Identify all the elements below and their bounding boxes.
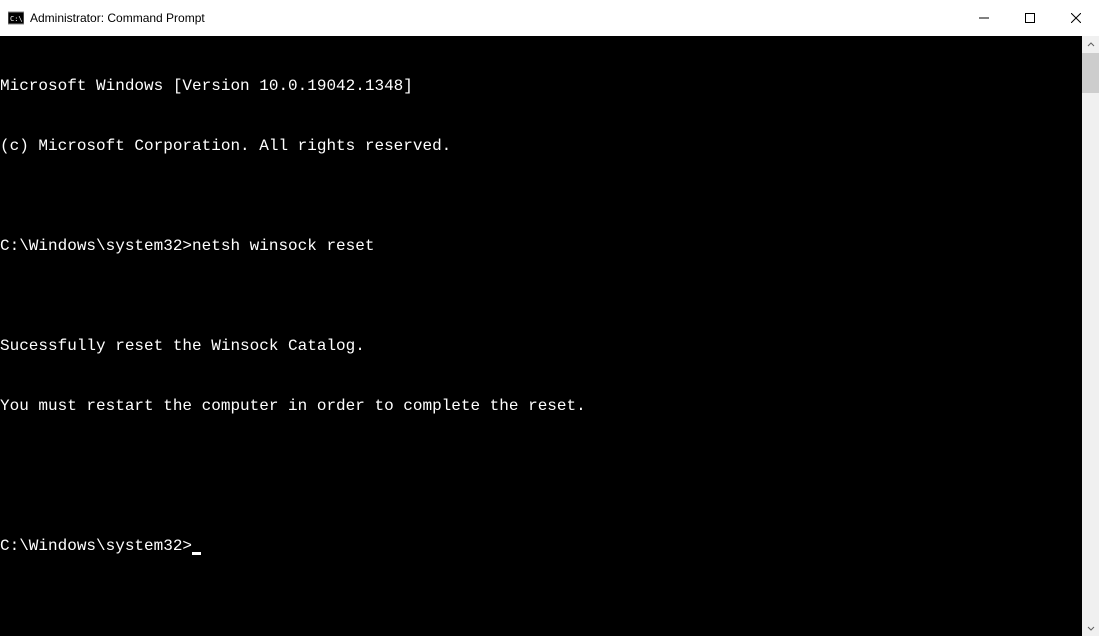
window-title: Administrator: Command Prompt [30,11,961,25]
terminal-line: C:\Windows\system32>netsh winsock reset [0,236,1082,256]
scroll-track[interactable] [1082,53,1099,619]
scroll-down-arrow-icon[interactable] [1082,619,1099,636]
scroll-thumb[interactable] [1082,53,1099,93]
scroll-up-arrow-icon[interactable] [1082,36,1099,53]
cursor [192,552,201,555]
terminal-line: Microsoft Windows [Version 10.0.19042.13… [0,76,1082,96]
minimize-button[interactable] [961,0,1007,36]
svg-text:C:\: C:\ [10,15,23,23]
maximize-button[interactable] [1007,0,1053,36]
terminal-prompt-line: C:\Windows\system32> [0,536,1082,556]
client-area: Microsoft Windows [Version 10.0.19042.13… [0,36,1099,636]
close-button[interactable] [1053,0,1099,36]
vertical-scrollbar[interactable] [1082,36,1099,636]
terminal-line: You must restart the computer in order t… [0,396,1082,416]
prompt-text: C:\Windows\system32> [0,537,192,555]
window-controls [961,0,1099,36]
terminal-line: (c) Microsoft Corporation. All rights re… [0,136,1082,156]
terminal-line: Sucessfully reset the Winsock Catalog. [0,336,1082,356]
terminal-output[interactable]: Microsoft Windows [Version 10.0.19042.13… [0,36,1082,636]
titlebar[interactable]: C:\ Administrator: Command Prompt [0,0,1099,36]
cmd-icon: C:\ [8,10,24,26]
